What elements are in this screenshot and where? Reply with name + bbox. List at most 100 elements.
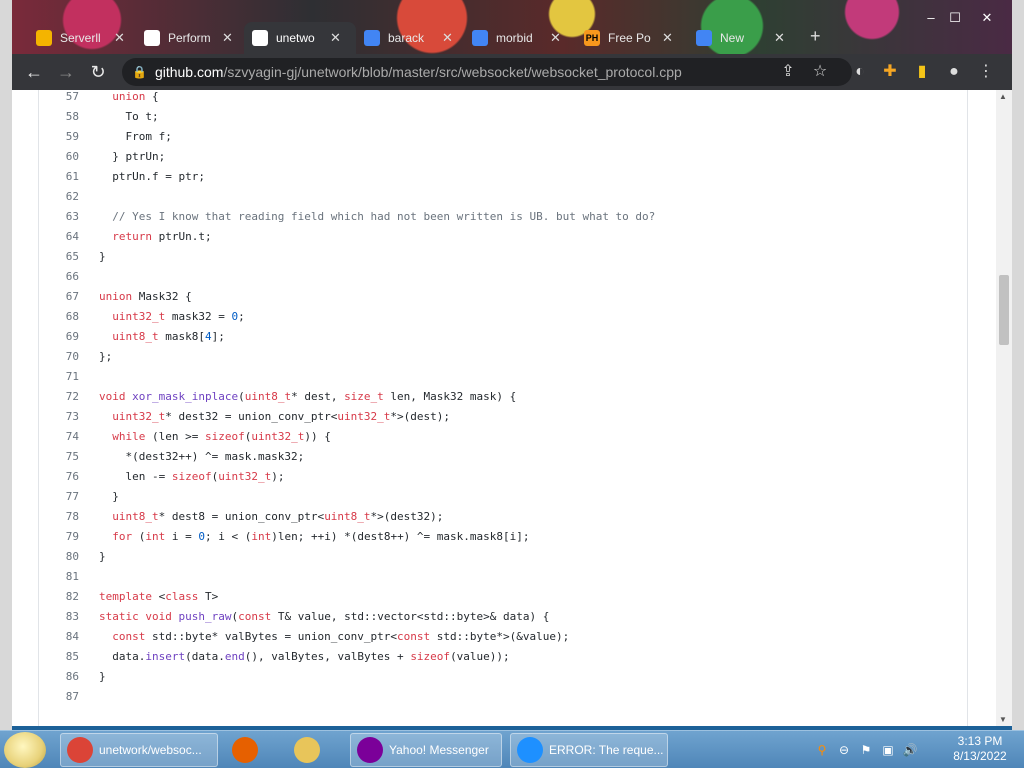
taskbar-item-ie[interactable]: ERROR: The reque... xyxy=(510,733,668,767)
scroll-thumb[interactable] xyxy=(999,275,1009,345)
line-number[interactable]: 76 xyxy=(39,467,79,487)
line-number[interactable]: 68 xyxy=(39,307,79,327)
line-number[interactable]: 57 xyxy=(39,90,79,107)
vertical-scrollbar[interactable]: ▲ ▼ xyxy=(996,90,1012,726)
tab-2[interactable]: unetwo ✕ xyxy=(244,22,356,54)
code-line: 80} xyxy=(39,547,969,567)
forward-arrow-icon[interactable]: → xyxy=(54,60,78,84)
tab-close-icon[interactable]: ✕ xyxy=(114,30,125,46)
code-text: } xyxy=(99,670,106,683)
line-number[interactable]: 69 xyxy=(39,327,79,347)
tab-label: barack xyxy=(388,31,425,45)
tab-close-icon[interactable]: ✕ xyxy=(774,30,785,46)
line-number[interactable]: 77 xyxy=(39,487,79,507)
line-number[interactable]: 85 xyxy=(39,647,79,667)
line-number[interactable]: 73 xyxy=(39,407,79,427)
tab-close-icon[interactable]: ✕ xyxy=(550,30,561,46)
scroll-down-arrow-icon[interactable]: ▼ xyxy=(999,715,1007,724)
minimize-icon[interactable]: – xyxy=(918,10,944,26)
line-number[interactable]: 72 xyxy=(39,387,79,407)
line-number[interactable]: 58 xyxy=(39,107,79,127)
tab-3[interactable]: barack ✕ xyxy=(356,22,464,54)
account-avatar-icon[interactable]: ● xyxy=(942,60,966,84)
back-arrow-icon[interactable]: ← xyxy=(22,60,46,84)
tab-0[interactable]: Serverll ✕ xyxy=(28,22,136,54)
line-number[interactable]: 65 xyxy=(39,247,79,267)
code-view: 57 union {58 To t; 59 From f; 60 } ptrUn; 6… xyxy=(38,90,968,726)
minus-circle-icon[interactable]: ⊖ xyxy=(836,742,852,758)
tab-5[interactable]: PH Free Po ✕ xyxy=(576,22,684,54)
profile-extension-icon[interactable]: ◐ xyxy=(848,60,872,84)
tab-close-icon[interactable]: ✕ xyxy=(330,30,341,46)
close-window-icon[interactable]: ✕ xyxy=(974,10,1000,26)
clock-date: 8/13/2022 xyxy=(953,749,1007,763)
line-number[interactable]: 63 xyxy=(39,207,79,227)
line-number[interactable]: 60 xyxy=(39,147,79,167)
code-line: 68 uint32_t mask32 = 0; xyxy=(39,307,969,327)
code-text: ptrUn.f = ptr; xyxy=(99,170,205,183)
tab-label: Serverll xyxy=(60,31,101,45)
taskbar-item-chrome[interactable]: unetwork/websoc... xyxy=(60,733,218,767)
scroll-up-arrow-icon[interactable]: ▲ xyxy=(999,92,1007,101)
tab-label: unetwo xyxy=(276,31,315,45)
code-line: 75 *(dest32++) ^= mask.mask32; xyxy=(39,447,969,467)
tab-6[interactable]: New ✕ xyxy=(688,22,796,54)
side-panel-icon[interactable]: ▮ xyxy=(910,60,934,84)
line-number[interactable]: 82 xyxy=(39,587,79,607)
tab-1[interactable]: Perform ✕ xyxy=(136,22,244,54)
line-number[interactable]: 62 xyxy=(39,187,79,207)
code-text: To t; xyxy=(99,110,159,123)
line-number[interactable]: 87 xyxy=(39,687,79,707)
code-line: 78 uint8_t* dest8 = union_conv_ptr<uint8… xyxy=(39,507,969,527)
address-bar[interactable]: 🔒 github.com /szvyagin-gj/unetwork/blob/… xyxy=(122,58,852,86)
code-text: len -= sizeof(uint32_t); xyxy=(99,470,285,483)
clock[interactable]: 3:13 PM 8/13/2022 xyxy=(942,734,1018,764)
line-number[interactable]: 86 xyxy=(39,667,79,687)
taskbar-item-folder[interactable] xyxy=(288,733,338,767)
start-button[interactable] xyxy=(4,732,46,768)
line-number[interactable]: 67 xyxy=(39,287,79,307)
line-number[interactable]: 84 xyxy=(39,627,79,647)
tab-strip: Serverll ✕ Perform ✕ unetwo ✕ barack ✕ m… xyxy=(12,0,1012,54)
line-number[interactable]: 80 xyxy=(39,547,79,567)
line-number[interactable]: 74 xyxy=(39,427,79,447)
code-line: 72 void xor_mask_inplace(uint8_t* dest, s… xyxy=(39,387,969,407)
line-number[interactable]: 75 xyxy=(39,447,79,467)
line-number[interactable]: 70 xyxy=(39,347,79,367)
code-text: static void push_raw(const T& value, std… xyxy=(99,610,550,623)
extensions-puzzle-icon[interactable]: ✚ xyxy=(878,60,902,84)
tab-close-icon[interactable]: ✕ xyxy=(662,30,673,46)
line-number[interactable]: 81 xyxy=(39,567,79,587)
code-text: for (int i = 0; i < (int)len; ++i) *(des… xyxy=(112,530,530,543)
line-number[interactable]: 83 xyxy=(39,607,79,627)
code-line: 69 uint8_t mask8[4]; xyxy=(39,327,969,347)
line-number[interactable]: 79 xyxy=(39,527,79,547)
flag-icon[interactable]: ⚑ xyxy=(858,742,874,758)
tab-label: morbid xyxy=(496,31,533,45)
share-icon[interactable]: ⇪ xyxy=(776,60,800,84)
tab-4[interactable]: morbid ✕ xyxy=(464,22,572,54)
tab-close-icon[interactable]: ✕ xyxy=(442,30,453,46)
code-text: } xyxy=(99,490,119,503)
taskbar-item-yahoo[interactable]: Yahoo! Messenger xyxy=(350,733,502,767)
taskbar-item-firefox[interactable] xyxy=(226,733,276,767)
network-icon[interactable]: ▣ xyxy=(880,742,896,758)
line-number[interactable]: 66 xyxy=(39,267,79,287)
search-icon[interactable]: ⚲ xyxy=(814,742,830,758)
line-number[interactable]: 61 xyxy=(39,167,79,187)
tab-close-icon[interactable]: ✕ xyxy=(222,30,233,46)
system-tray: ⚲ ⊖ ⚑ ▣ 🔊 xyxy=(814,733,918,767)
menu-kebab-icon[interactable]: ⋮ xyxy=(974,60,998,84)
volume-icon[interactable]: 🔊 xyxy=(902,742,918,758)
line-number[interactable]: 71 xyxy=(39,367,79,387)
line-number[interactable]: 78 xyxy=(39,507,79,527)
code-text: *(dest32++) ^= mask.mask32; xyxy=(99,450,305,463)
bookmark-star-icon[interactable]: ☆ xyxy=(808,60,832,84)
reload-icon[interactable]: ↻ xyxy=(86,60,110,84)
new-tab-button[interactable]: + xyxy=(810,26,821,47)
browser-toolbar: ← → ↻ 🔒 github.com /szvyagin-gj/unetwork… xyxy=(12,54,1012,90)
browser-window: Serverll ✕ Perform ✕ unetwo ✕ barack ✕ m… xyxy=(12,0,1012,726)
maximize-icon[interactable]: ☐ xyxy=(942,10,968,26)
line-number[interactable]: 59 xyxy=(39,127,79,147)
line-number[interactable]: 64 xyxy=(39,227,79,247)
